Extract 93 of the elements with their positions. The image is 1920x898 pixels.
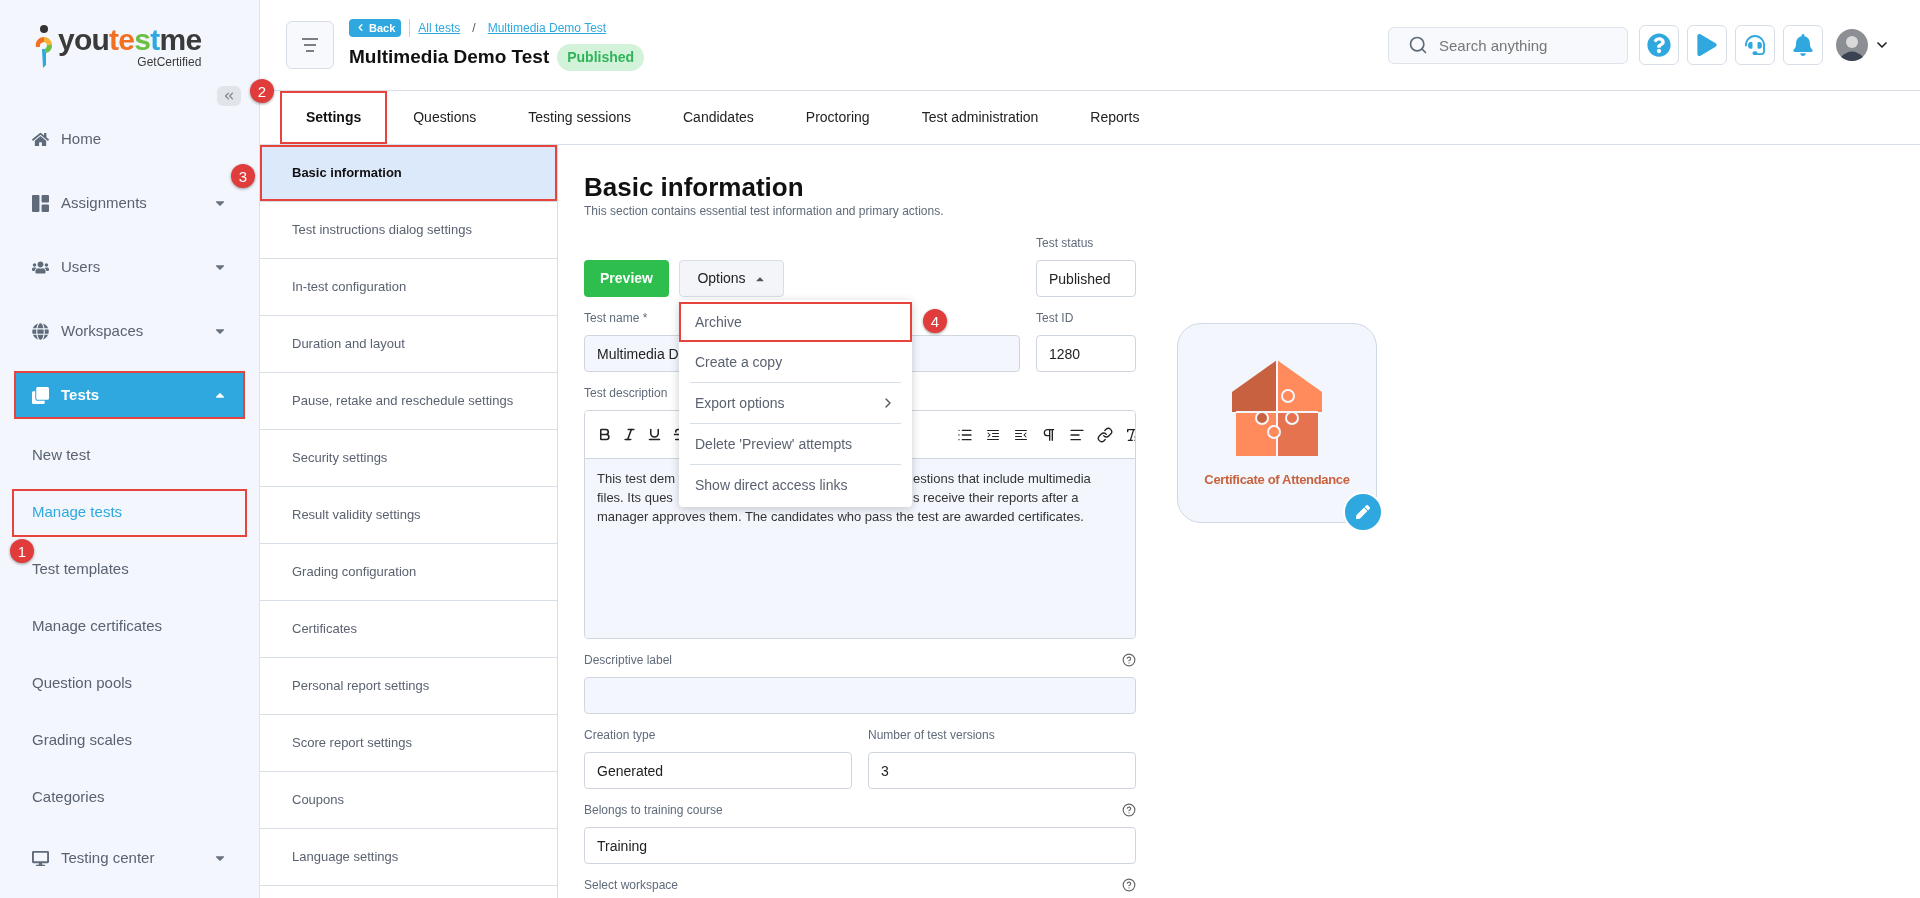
field-label: Test description xyxy=(584,385,668,401)
page-title: Multimedia Demo Test xyxy=(349,44,550,69)
input-field[interactable]: 3 xyxy=(868,752,1136,789)
italic-icon[interactable] xyxy=(622,427,637,442)
field-label: Creation type xyxy=(584,727,656,743)
input-field[interactable]: Generated xyxy=(584,752,852,789)
description-text: estions that include multimedia xyxy=(913,470,1091,488)
menu-button[interactable] xyxy=(286,21,334,69)
certificate-title: Certificate of Attendance xyxy=(1204,471,1350,489)
bell-button[interactable] xyxy=(1783,25,1823,65)
sidebar-subitem[interactable]: Question pools xyxy=(12,659,247,708)
logo-text: youtestme xyxy=(58,25,202,55)
bell-icon xyxy=(1792,34,1814,56)
tab[interactable]: Reports xyxy=(1064,91,1166,144)
settings-nav-item[interactable]: Score report settings xyxy=(260,715,557,771)
settings-nav-item[interactable]: Language settings xyxy=(260,829,557,885)
settings-nav-item[interactable]: Duration and layout xyxy=(260,316,557,372)
step-badge: 4 xyxy=(923,309,947,333)
tab[interactable]: Settings xyxy=(280,91,388,144)
tab[interactable]: Candidates xyxy=(657,91,780,144)
sidebar-subitem[interactable]: Grading scales xyxy=(12,716,247,765)
play-button[interactable] xyxy=(1687,25,1727,65)
description-text: This test dem xyxy=(597,471,676,486)
menu-item[interactable]: Delete 'Preview' attempts xyxy=(679,424,912,464)
settings-nav-item[interactable]: Certificates xyxy=(260,601,557,657)
pencil-icon xyxy=(1356,505,1370,519)
field-label: Descriptive label xyxy=(584,652,673,668)
collapse-sidebar-button[interactable] xyxy=(217,86,241,106)
input-field[interactable] xyxy=(584,677,1136,714)
description-text: files. Its ques xyxy=(597,490,673,505)
search-field[interactable]: Search anything xyxy=(1388,26,1628,64)
menu-item[interactable]: Create a copy xyxy=(679,342,912,382)
field-label: Test status xyxy=(1036,235,1094,251)
section-subtitle: This section contains essential test information and primary actions. xyxy=(584,203,945,219)
tab[interactable]: Testing sessions xyxy=(502,91,657,144)
sidebar-subitem[interactable]: New test xyxy=(12,431,247,480)
input-field[interactable]: Training xyxy=(584,827,1136,864)
tab[interactable]: Test administration xyxy=(895,91,1065,144)
field-label: Number of test versions xyxy=(868,727,995,743)
play-icon xyxy=(1696,34,1718,56)
tab[interactable]: Questions xyxy=(387,91,503,144)
headset-icon xyxy=(1745,35,1765,55)
help-button[interactable] xyxy=(1639,25,1679,65)
nav-icon xyxy=(32,130,49,148)
sidebar-subitem[interactable]: Manage certificates xyxy=(12,602,247,651)
step-badge: 2 xyxy=(250,79,274,103)
link-icon[interactable] xyxy=(1097,426,1113,443)
nav-icon xyxy=(32,322,49,340)
avatar[interactable] xyxy=(1836,29,1868,61)
search-icon xyxy=(1408,34,1428,55)
input-field[interactable]: 1280 xyxy=(1036,335,1136,372)
section-heading: Basic information xyxy=(584,171,805,203)
description-text: manager approves them. The candidates who pass the test are awarded certificates. xyxy=(597,508,1084,526)
sidebar-item[interactable]: Workspaces xyxy=(14,307,245,355)
menu-item[interactable]: Show direct access links xyxy=(679,465,912,505)
logo-tagline: GetCertified xyxy=(137,55,202,69)
description-text: s receive their reports after a xyxy=(913,489,1079,507)
headset-button[interactable] xyxy=(1735,25,1775,65)
sidebar-item[interactable]: Users xyxy=(14,243,245,291)
input-field[interactable]: Published xyxy=(1036,260,1136,297)
tab[interactable]: Proctoring xyxy=(779,91,896,144)
menu-icon xyxy=(301,38,319,52)
settings-nav-item[interactable]: Grading configuration xyxy=(260,544,557,600)
help-icon xyxy=(1647,33,1671,57)
nav-icon xyxy=(32,849,49,867)
certificate-card[interactable]: Certificate of Attendance xyxy=(1177,323,1377,523)
logo-icon xyxy=(34,25,54,69)
sidebar-item[interactable]: Home xyxy=(14,115,245,163)
underline-icon[interactable] xyxy=(647,427,662,442)
settings-nav-item[interactable]: Pause, retake and reschedule settings xyxy=(260,373,557,429)
field-label: Select workspace xyxy=(584,877,679,893)
nav-icon xyxy=(32,386,49,404)
double-chevron-left-icon xyxy=(222,89,236,103)
sidebar-subitem[interactable]: Categories xyxy=(12,773,247,822)
settings-nav-item[interactable]: Result validity settings xyxy=(260,487,557,543)
step-badge: 1 xyxy=(10,539,34,563)
settings-nav-item[interactable]: Basic information xyxy=(260,145,557,201)
sidebar-item[interactable]: Testing center xyxy=(14,834,245,882)
settings-nav-item[interactable]: Security settings xyxy=(260,430,557,486)
status-badge: Published xyxy=(557,43,645,71)
breadcrumb-separator: / xyxy=(471,19,477,37)
settings-nav-item[interactable]: Personal report settings xyxy=(260,658,557,714)
field-label: Test ID xyxy=(1036,310,1074,326)
options-button[interactable]: Options xyxy=(679,260,784,297)
field-label: Belongs to training course xyxy=(584,802,723,818)
settings-nav-item[interactable]: Coupons xyxy=(260,772,557,828)
menu-item[interactable]: Archive xyxy=(679,302,912,342)
settings-nav-item[interactable]: In-test configuration xyxy=(260,259,557,315)
pilcrow-icon[interactable] xyxy=(1041,426,1057,443)
nav-icon xyxy=(32,194,49,212)
bold-icon[interactable] xyxy=(597,427,612,442)
settings-nav-item[interactable]: Test instructions dialog settings xyxy=(260,202,557,258)
field-label: Test name * xyxy=(584,310,648,326)
